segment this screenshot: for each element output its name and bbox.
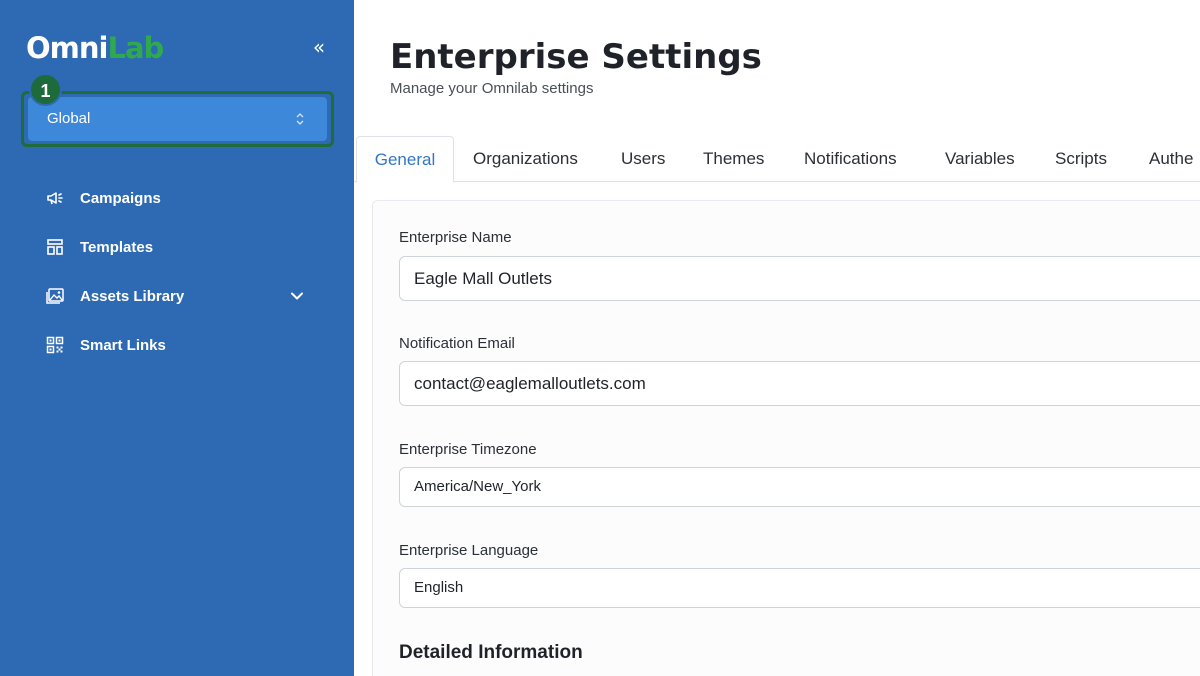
sidebar-item-label: Templates [80,239,154,256]
chevron-up-down-icon [296,113,304,125]
page-title: Enterprise Settings [390,37,762,77]
detailed-information-heading: Detailed Information [399,642,583,663]
tab-scripts[interactable]: Scripts [1055,136,1107,182]
sidebar-item-label: Campaigns [80,190,161,207]
sidebar-item-campaigns[interactable]: Campaigns [0,174,354,223]
tab-themes[interactable]: Themes [703,136,764,182]
qr-code-icon [46,336,64,354]
enterprise-timezone-label: Enterprise Timezone [399,441,537,458]
enterprise-language-value: English [414,579,464,596]
settings-tabs: General Organizations Users Themes Notif… [354,136,1200,183]
scope-selector-highlight: Global [21,91,334,147]
enterprise-timezone-value: America/New_York [414,478,541,495]
enterprise-language-label: Enterprise Language [399,542,539,559]
tab-notifications[interactable]: Notifications [804,136,897,182]
sidebar-item-label: Assets Library [80,288,185,305]
notification-email-label: Notification Email [399,335,515,352]
enterprise-language-select[interactable]: English [399,568,1200,608]
logo-text-lab: Lab [107,31,164,65]
tab-authentication[interactable]: Authe [1149,136,1193,182]
scope-selector[interactable]: Global [28,97,327,141]
chevron-down-icon[interactable] [289,288,305,304]
sidebar-nav: Campaigns Templates Assets Library Smart… [0,174,354,370]
sidebar-item-smart-links[interactable]: Smart Links [0,321,354,370]
tab-general[interactable]: General [356,136,454,183]
enterprise-name-label: Enterprise Name [399,229,512,246]
sidebar-item-label: Smart Links [80,337,166,354]
notification-email-input[interactable]: contact@eaglemalloutlets.com [399,361,1200,406]
tab-users[interactable]: Users [621,136,665,182]
collapse-sidebar-icon[interactable]: « [308,36,330,58]
sidebar-item-assets-library[interactable]: Assets Library [0,272,354,321]
sidebar: OmniLab « Global 1 Campaigns Templates A… [0,0,354,676]
tab-organizations[interactable]: Organizations [473,136,578,182]
step-badge: 1 [29,73,62,106]
megaphone-icon [47,192,63,205]
enterprise-timezone-select[interactable]: America/New_York [399,467,1200,507]
logo-text-omni: Omni [26,31,108,65]
enterprise-name-value: Eagle Mall Outlets [414,269,552,288]
notification-email-value: contact@eaglemalloutlets.com [414,374,646,393]
tab-variables[interactable]: Variables [945,136,1015,182]
sidebar-item-templates[interactable]: Templates [0,223,354,272]
template-icon [47,239,63,255]
image-library-icon [46,288,64,304]
omnilab-logo[interactable]: OmniLab [26,30,164,66]
page-subtitle: Manage your Omnilab settings [390,80,594,97]
enterprise-name-input[interactable]: Eagle Mall Outlets [399,256,1200,301]
